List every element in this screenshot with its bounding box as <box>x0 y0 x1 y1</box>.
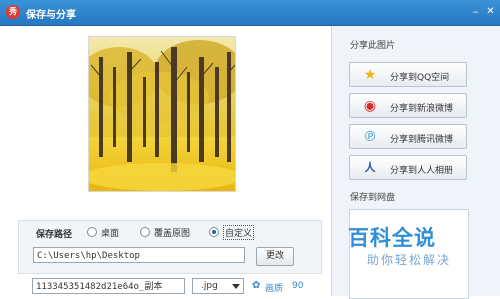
quality-value: 90 <box>292 281 304 291</box>
app-logo-icon: 秀 <box>6 5 20 19</box>
star-icon: ★ <box>363 67 377 83</box>
format-dropdown[interactable]: .jpg <box>192 278 244 294</box>
title-bar: 秀 保存与分享 – ✕ <box>0 0 500 26</box>
save-options-panel: 保存路径 桌面 覆盖原图 自定义 C:\Users\hp\Desktop 更改 <box>18 220 322 274</box>
save-path-field[interactable]: C:\Users\hp\Desktop <box>33 247 245 263</box>
share-header: 分享此图片 <box>350 41 396 51</box>
format-value: .jpg <box>201 281 218 291</box>
radio-desktop-label: 桌面 <box>101 228 120 239</box>
radio-indicator-selected <box>209 227 219 237</box>
gear-icon[interactable]: ✿ <box>252 280 260 291</box>
share-renren-button[interactable]: 人 分享到人人相册 <box>349 155 467 180</box>
image-preview <box>88 36 236 192</box>
window-title: 保存与分享 <box>26 10 76 21</box>
ginkgo-forest-photo <box>89 37 235 191</box>
radio-indicator <box>140 227 150 237</box>
cloud-save-header: 保存到网盘 <box>350 193 396 203</box>
renren-icon: 人 <box>364 161 376 174</box>
share-tencent-weibo-button[interactable]: ℗ 分享到腾讯微博 <box>349 124 467 149</box>
change-path-button[interactable]: 更改 <box>256 247 294 266</box>
share-sina-weibo-button[interactable]: ◉ 分享到新浪微博 <box>349 93 467 118</box>
weibo-icon: ◉ <box>363 98 377 114</box>
share-renren-label: 分享到人人相册 <box>390 166 454 176</box>
radio-custom-label: 自定义 <box>223 224 255 240</box>
save-path-label: 保存路径 <box>36 230 73 240</box>
minimize-button[interactable]: – <box>468 5 483 19</box>
radio-overwrite-label: 覆盖原图 <box>154 228 191 239</box>
share-tencent-label: 分享到腾讯微博 <box>390 135 454 145</box>
quality-link[interactable]: 画质 <box>265 281 283 294</box>
tencent-weibo-icon: ℗ <box>363 129 377 145</box>
radio-custom[interactable]: 自定义 <box>209 224 255 240</box>
radio-desktop[interactable]: 桌面 <box>87 226 120 239</box>
watermark-logo: 百科全说 <box>348 226 436 250</box>
watermark-tagline: 助你轻松解决 <box>367 253 452 267</box>
filename-field[interactable]: 113345351482d21e64o_副本 <box>32 278 185 294</box>
left-panel: 保存路径 桌面 覆盖原图 自定义 C:\Users\hp\Desktop 更改 <box>0 26 330 296</box>
radio-indicator <box>87 227 97 237</box>
share-sina-label: 分享到新浪微博 <box>390 104 454 114</box>
radio-overwrite[interactable]: 覆盖原图 <box>140 226 191 239</box>
share-qzone-label: 分享到QQ空间 <box>390 73 450 83</box>
chevron-down-icon <box>232 284 240 289</box>
close-button[interactable]: ✕ <box>483 5 498 19</box>
share-qzone-button[interactable]: ★ 分享到QQ空间 <box>349 62 467 87</box>
